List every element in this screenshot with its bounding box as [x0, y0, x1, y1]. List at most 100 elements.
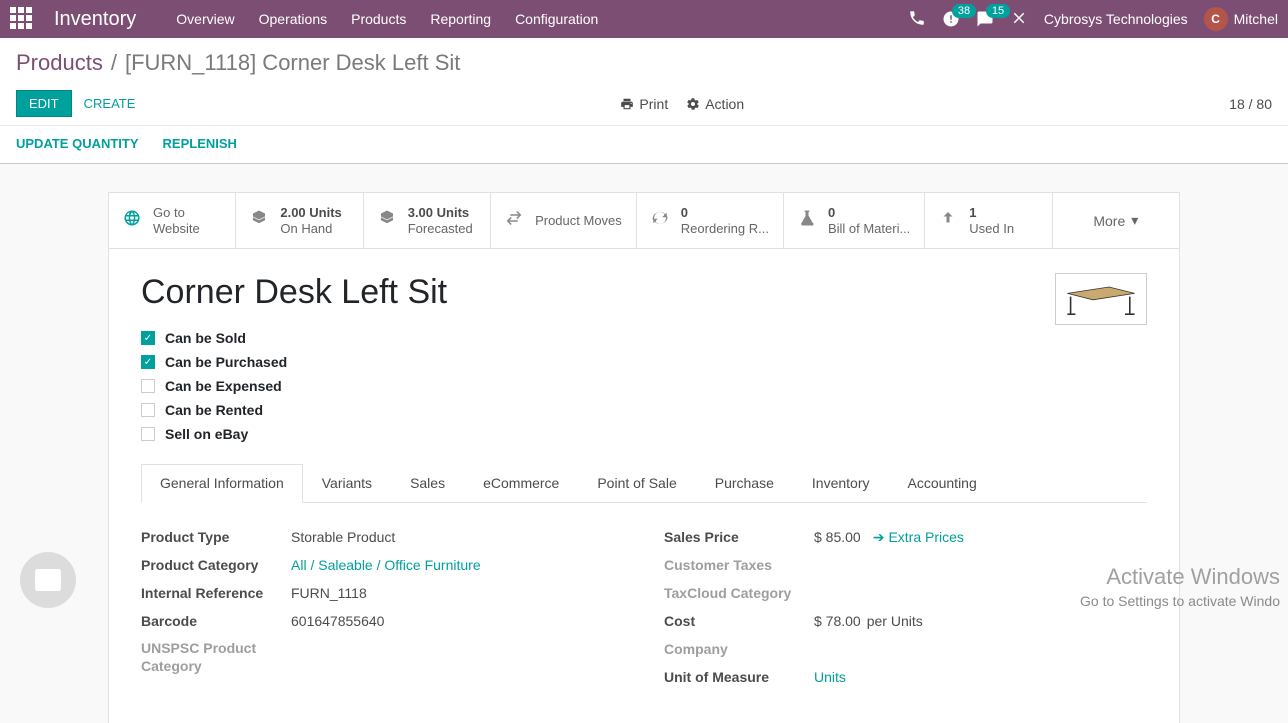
label-barcode: Barcode [141, 613, 291, 629]
label-unspsc: UNSPSC Product Category [141, 639, 291, 675]
nav-overview[interactable]: Overview [176, 11, 234, 27]
tab-variants[interactable]: Variants [303, 464, 391, 502]
check-rented[interactable]: Can be Rented [141, 402, 447, 418]
main: Go to Website 2.00 Units On Hand 3.00 Un… [0, 192, 1288, 723]
action-button[interactable]: Action [686, 96, 744, 112]
value-barcode: 601647855640 [291, 613, 384, 629]
cost-suffix: per Units [867, 613, 923, 629]
company-name[interactable]: Cybrosys Technologies [1044, 11, 1188, 27]
label-company: Company [664, 641, 814, 657]
navbar: Inventory Overview Operations Products R… [0, 0, 1288, 38]
stat-onhand-l1: 2.00 Units [280, 205, 341, 221]
label-product-type: Product Type [141, 529, 291, 545]
value-category[interactable]: All / Saleable / Office Furniture [291, 557, 481, 573]
breadcrumb: Products / [FURN_1118] Corner Desk Left … [0, 38, 1288, 82]
checkbox-icon [141, 379, 155, 393]
stat-bar: Go to Website 2.00 Units On Hand 3.00 Un… [108, 192, 1180, 249]
stat-more-label: More [1093, 213, 1125, 229]
chat-fab[interactable] [20, 552, 76, 608]
action-label: Action [705, 96, 744, 112]
app-brand[interactable]: Inventory [54, 8, 136, 31]
edit-button[interactable]: EDIT [16, 90, 72, 117]
label-cust-tax: Customer Taxes [664, 557, 814, 573]
chat-icon [35, 569, 61, 591]
checkbox-icon [141, 427, 155, 441]
label-internal-ref: Internal Reference [141, 585, 291, 601]
messages-icon[interactable]: 15 [976, 10, 994, 28]
create-button[interactable]: CREATE [84, 96, 136, 111]
tab-purchase[interactable]: Purchase [696, 464, 793, 502]
stat-reorder-l1: 0 [681, 205, 769, 221]
value-sales-price: $ 85.00 [814, 529, 861, 545]
form-col-right: Sales Price $ 85.00 ➔ Extra Prices Custo… [664, 523, 1147, 691]
user-name: Mitchel [1234, 11, 1278, 27]
check-purchased[interactable]: ✓ Can be Purchased [141, 354, 447, 370]
stat-website[interactable]: Go to Website [109, 193, 236, 248]
tab-accounting[interactable]: Accounting [888, 464, 995, 502]
activity-icon[interactable]: 38 [942, 10, 960, 28]
stat-onhand-l2: On Hand [280, 221, 341, 237]
arrow-right-icon: ➔ [873, 529, 885, 546]
value-uom[interactable]: Units [814, 669, 846, 685]
form-grid: Product Type Storable Product Product Ca… [141, 523, 1147, 691]
stat-bom-l1: 0 [828, 205, 910, 221]
product-image[interactable] [1055, 273, 1147, 325]
checkbox-icon [141, 403, 155, 417]
nav-products[interactable]: Products [351, 11, 406, 27]
flask-icon [798, 209, 818, 232]
stat-bom-l2: Bill of Materi... [828, 221, 910, 237]
tab-inventory[interactable]: Inventory [793, 464, 889, 502]
messages-count: 15 [986, 4, 1010, 18]
check-expensed[interactable]: Can be Expensed [141, 378, 447, 394]
replenish-button[interactable]: REPLENISH [163, 136, 237, 151]
check-sold[interactable]: ✓ Can be Sold [141, 330, 447, 346]
nav-reporting[interactable]: Reporting [430, 11, 491, 27]
stat-moves-label: Product Moves [535, 213, 622, 228]
stat-website-l1: Go to [153, 205, 200, 221]
activity-count: 38 [952, 4, 976, 18]
stat-more[interactable]: More ▾ [1053, 193, 1179, 248]
stat-reorder[interactable]: 0 Reordering R... [637, 193, 784, 248]
print-button[interactable]: Print [620, 96, 668, 112]
apps-icon[interactable] [10, 7, 34, 31]
stat-usedin-l1: 1 [969, 205, 1014, 221]
extra-prices-link[interactable]: ➔ Extra Prices [873, 529, 964, 546]
breadcrumb-root[interactable]: Products [16, 50, 103, 76]
user-menu[interactable]: C Mitchel [1204, 7, 1278, 31]
tab-general[interactable]: General Information [141, 464, 303, 503]
arrow-up-icon [939, 209, 959, 232]
label-category: Product Category [141, 557, 291, 573]
value-internal-ref: FURN_1118 [291, 585, 367, 601]
sheet: Corner Desk Left Sit ✓ Can be Sold ✓ Can… [108, 249, 1180, 723]
update-quantity-button[interactable]: UPDATE QUANTITY [16, 136, 139, 151]
label-cost: Cost [664, 613, 814, 629]
stat-usedin[interactable]: 1 Used In [925, 193, 1052, 248]
tab-ecommerce[interactable]: eCommerce [464, 464, 578, 502]
nav-operations[interactable]: Operations [259, 11, 327, 27]
checkbox-icon: ✓ [141, 355, 155, 369]
tab-sales[interactable]: Sales [391, 464, 464, 502]
stat-reorder-l2: Reordering R... [681, 221, 769, 237]
breadcrumb-sep: / [111, 50, 117, 76]
print-label: Print [639, 96, 668, 112]
product-checks: ✓ Can be Sold ✓ Can be Purchased Can be … [141, 330, 447, 442]
label-taxcloud: TaxCloud Category [664, 585, 814, 601]
product-title: Corner Desk Left Sit [141, 273, 447, 312]
stat-usedin-l2: Used In [969, 221, 1014, 237]
stat-moves[interactable]: Product Moves [491, 193, 637, 248]
phone-icon[interactable] [908, 9, 926, 30]
stat-bom[interactable]: 0 Bill of Materi... [784, 193, 925, 248]
stat-forecast[interactable]: 3.00 Units Forecasted [364, 193, 491, 248]
check-ebay[interactable]: Sell on eBay [141, 426, 447, 442]
nav-right: 38 15 Cybrosys Technologies C Mitchel [908, 7, 1278, 31]
tab-pos[interactable]: Point of Sale [578, 464, 695, 502]
stat-onhand[interactable]: 2.00 Units On Hand [236, 193, 363, 248]
pager[interactable]: 18 / 80 [1229, 96, 1272, 112]
nav-configuration[interactable]: Configuration [515, 11, 598, 27]
stat-website-l2: Website [153, 221, 200, 237]
breadcrumb-current: [FURN_1118] Corner Desk Left Sit [125, 50, 460, 76]
refresh-icon [651, 209, 671, 232]
exchange-icon [505, 209, 525, 232]
action-row: UPDATE QUANTITY REPLENISH [0, 126, 1288, 164]
ebay-icon[interactable] [1010, 9, 1028, 30]
